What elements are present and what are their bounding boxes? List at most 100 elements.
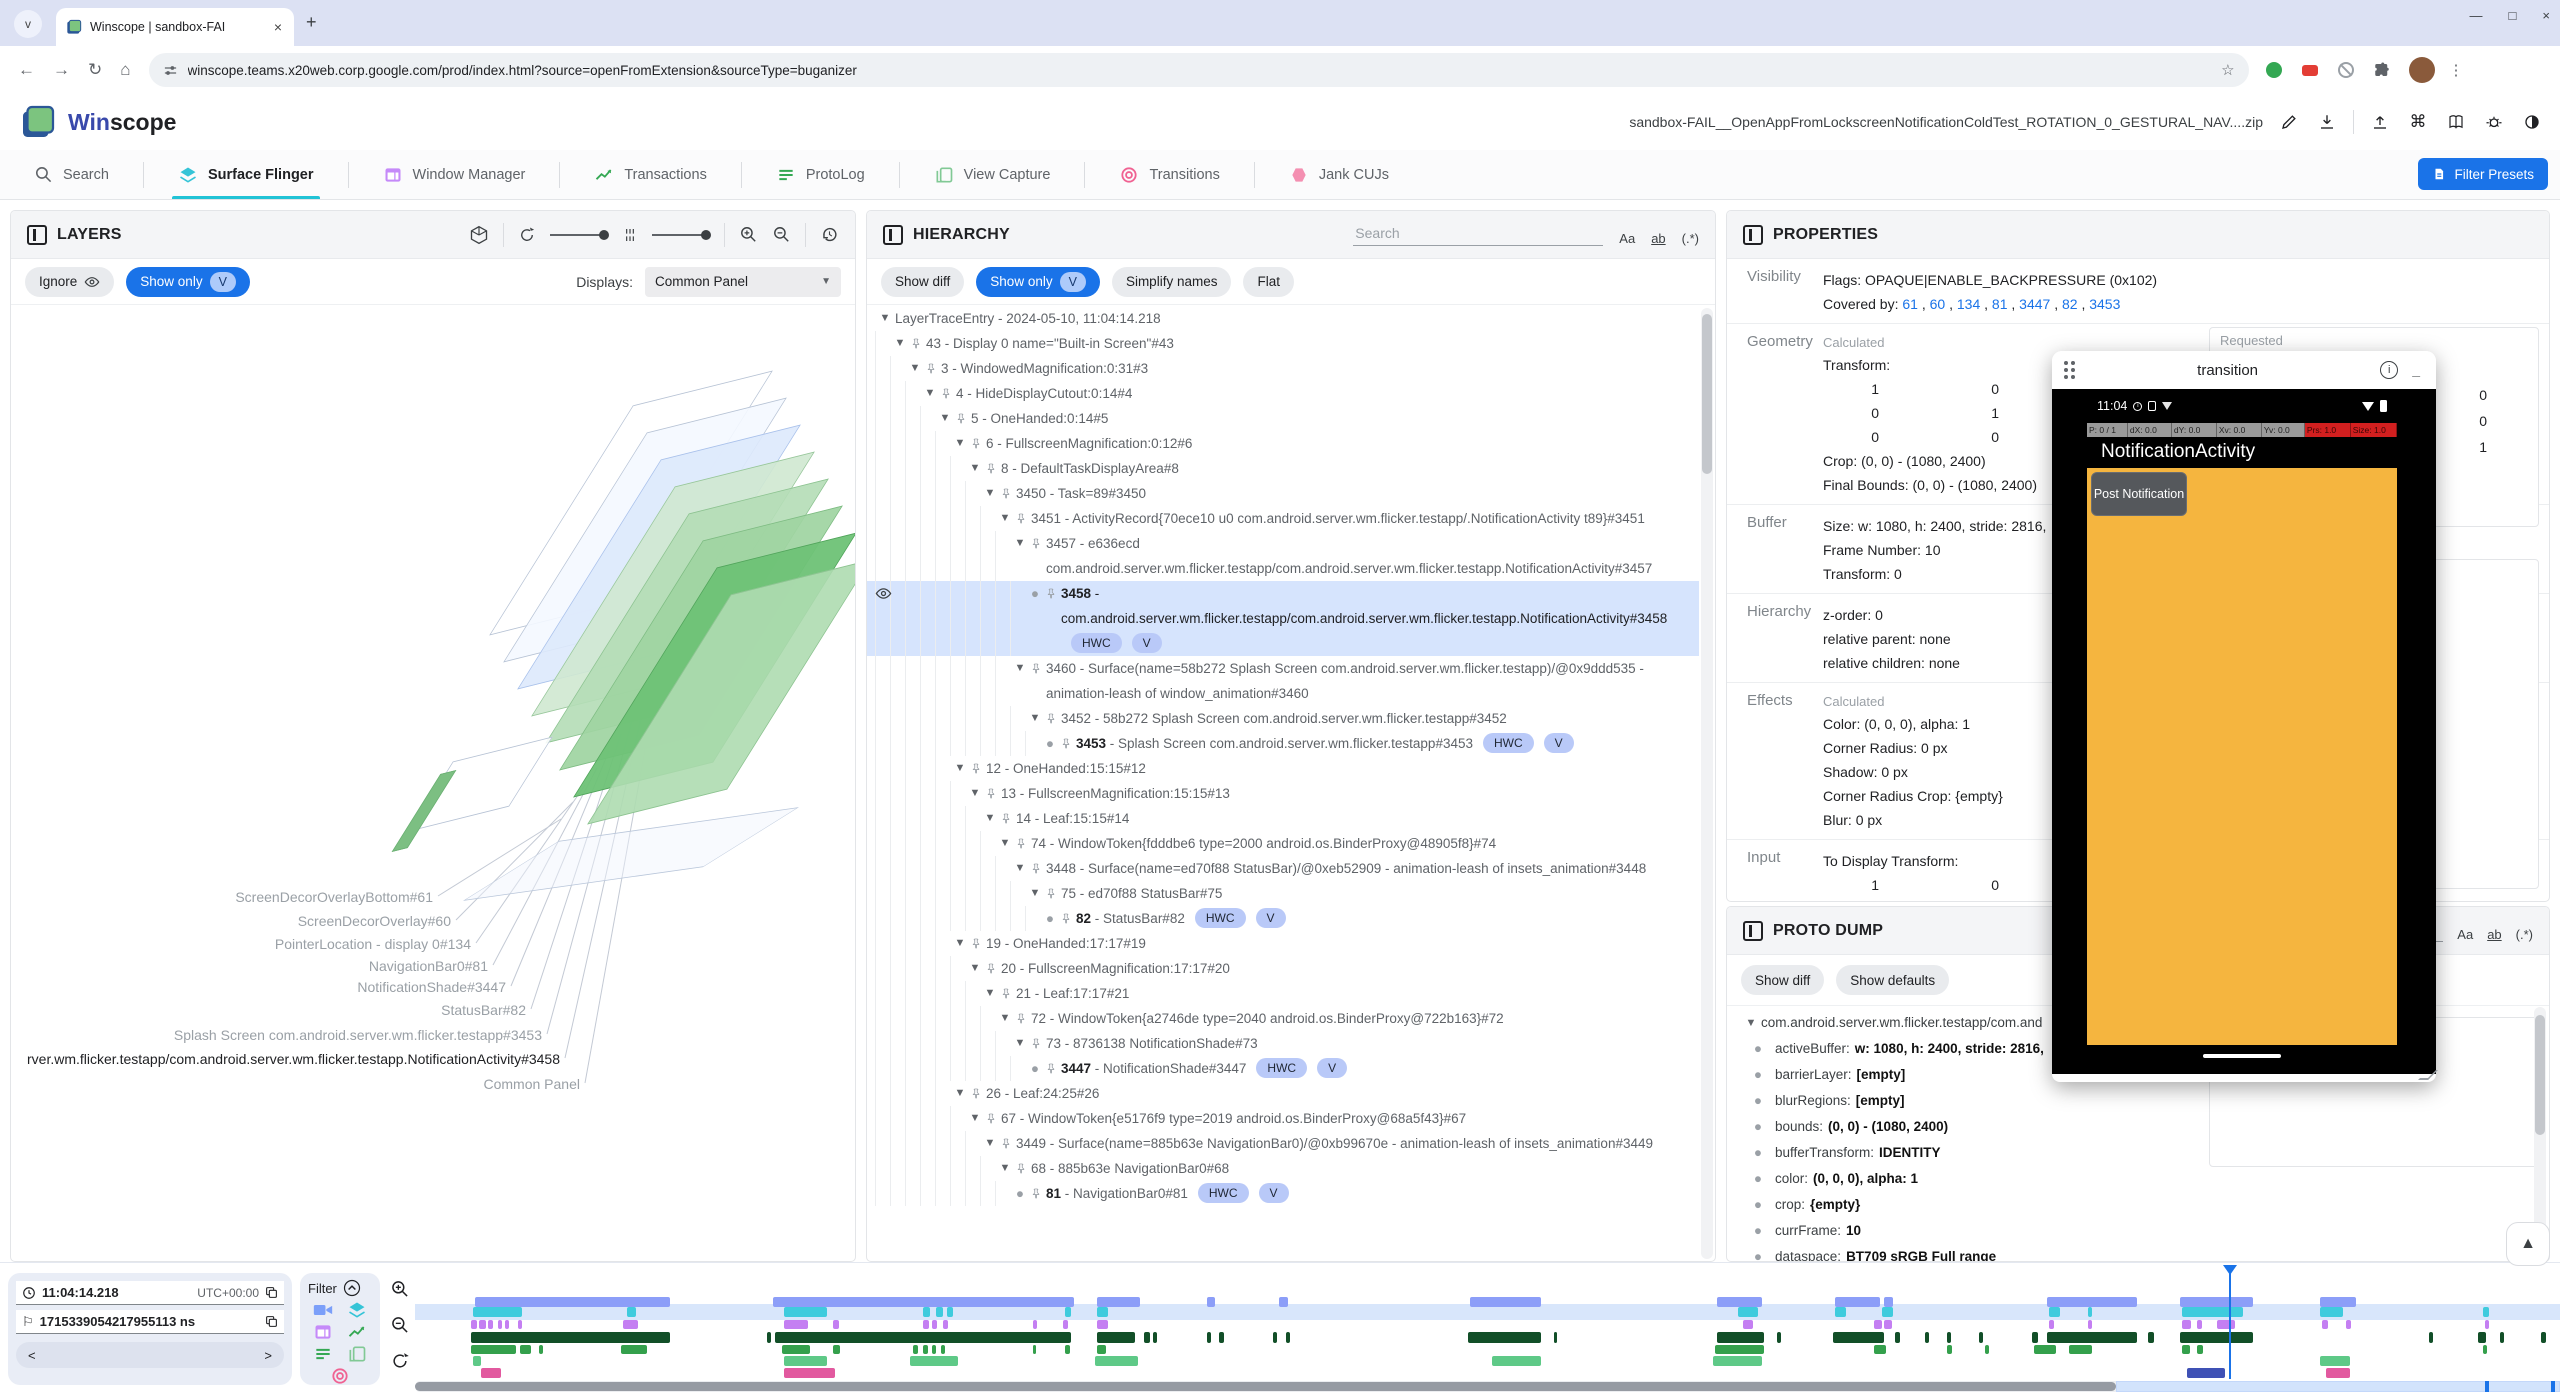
timeline-block[interactable]	[1715, 1345, 1764, 1354]
hierarchy-tree-row[interactable]: ▼74 - WindowToken{fdddbe6 type=2000 andr…	[867, 831, 1699, 856]
new-tab-button[interactable]: +	[306, 12, 317, 33]
hierarchy-tree-row[interactable]: ▼43 - Display 0 name="Built-in Screen"#4…	[867, 331, 1699, 356]
layer-link[interactable]: 134	[1957, 296, 1980, 312]
timeline-block[interactable]	[1207, 1332, 1211, 1343]
timeline-block[interactable]	[913, 1345, 918, 1354]
timeline-block[interactable]	[1882, 1307, 1893, 1317]
filter-presets-button[interactable]: Filter Presets	[2418, 158, 2548, 190]
hierarchy-tree-row[interactable]: ●81 - NavigationBar0#81HWCV	[867, 1181, 1699, 1206]
timeline-block[interactable]	[1063, 1320, 1068, 1329]
browser-tab[interactable]: Winscope | sandbox-FAI ×	[56, 8, 294, 46]
layer-3d-label[interactable]: ScreenDecorOverlay#60	[298, 913, 451, 929]
timeline-block[interactable]	[1884, 1297, 1893, 1307]
expand-arrow-icon[interactable]: ▼	[995, 831, 1015, 856]
tab-view-capture[interactable]: View Capture	[900, 150, 1085, 199]
timeline-block[interactable]	[2049, 1307, 2060, 1317]
timeline-block[interactable]	[539, 1345, 542, 1354]
expand-arrow-icon[interactable]: ▼	[995, 506, 1015, 531]
timeline-block[interactable]	[2478, 1332, 2486, 1343]
proto-field-row[interactable]: ●currFrame:10	[1741, 1218, 2549, 1244]
tab-protolog[interactable]: ProtoLog	[742, 150, 899, 199]
layer-link[interactable]: 3447	[2019, 296, 2050, 312]
timeline-block[interactable]	[2088, 1320, 2092, 1329]
timeline-block[interactable]	[2182, 1345, 2190, 1354]
pin-icon[interactable]	[910, 331, 926, 350]
prev-entry-button[interactable]: <	[28, 1348, 36, 1363]
timeline-block[interactable]	[473, 1356, 482, 1366]
timeline-block[interactable]	[479, 1320, 485, 1329]
pin-icon[interactable]	[1045, 581, 1061, 600]
download-icon[interactable]	[2315, 110, 2339, 134]
edit-icon[interactable]	[2277, 110, 2301, 134]
timeline-block[interactable]	[1153, 1332, 1157, 1343]
timeline-block[interactable]	[2197, 1345, 2202, 1354]
transition-window-titlebar[interactable]: transition i _	[2052, 351, 2436, 389]
view-capture-filter-icon[interactable]	[344, 1345, 370, 1363]
transitions-filter-icon[interactable]	[310, 1367, 370, 1385]
timeline-block[interactable]	[782, 1345, 810, 1354]
expand-arrow-icon[interactable]: ▼	[995, 1156, 1015, 1181]
timeline-block[interactable]	[1925, 1332, 1929, 1343]
expand-arrow-icon[interactable]: ▼	[980, 806, 1000, 831]
reset-view-icon[interactable]	[820, 225, 839, 244]
timeline-block[interactable]	[943, 1320, 948, 1329]
timeline-block[interactable]	[1884, 1320, 1892, 1329]
pin-icon[interactable]	[1030, 1031, 1046, 1050]
hierarchy-tree-row[interactable]: ▼3 - WindowedMagnification:0:31#3	[867, 356, 1699, 381]
timeline-block[interactable]	[773, 1297, 1073, 1307]
window-close-icon[interactable]: ×	[2542, 8, 2550, 23]
drag-handle-icon[interactable]	[2064, 361, 2075, 379]
tab-surface-flinger[interactable]: Surface Flinger	[144, 150, 348, 199]
surface-flinger-filter-icon[interactable]	[344, 1301, 370, 1319]
timeline-block[interactable]	[520, 1345, 531, 1354]
hierarchy-tree-row[interactable]: ▼68 - 885b63e NavigationBar0#68	[867, 1156, 1699, 1181]
pin-icon[interactable]	[1045, 881, 1061, 900]
timeline-block[interactable]	[2069, 1345, 2093, 1354]
pin-icon[interactable]	[1015, 831, 1031, 850]
spacing-icon[interactable]	[622, 227, 638, 243]
zoom-out-icon[interactable]	[772, 225, 791, 244]
timeline-block[interactable]	[488, 1320, 493, 1329]
timeline-block[interactable]	[941, 1345, 945, 1354]
docs-book-icon[interactable]	[2444, 110, 2468, 134]
home-icon[interactable]: ⌂	[120, 60, 130, 80]
hierarchy-tree-row[interactable]: ▼8 - DefaultTaskDisplayArea#8	[867, 456, 1699, 481]
pin-icon[interactable]	[1000, 1131, 1016, 1150]
hierarchy-tree-row[interactable]: ▼21 - Leaf:17:17#21	[867, 981, 1699, 1006]
timeline-block[interactable]	[1492, 1356, 1541, 1366]
rotation-slider[interactable]	[550, 234, 608, 236]
hierarchy-tree-row[interactable]: ▼14 - Leaf:15:15#14	[867, 806, 1699, 831]
expand-arrow-icon[interactable]: ▼	[995, 1006, 1015, 1031]
timeline-block[interactable]	[1033, 1320, 1037, 1329]
reload-icon[interactable]: ↻	[88, 60, 102, 80]
upload-icon[interactable]	[2368, 110, 2392, 134]
expand-arrow-icon[interactable]: ▼	[1010, 531, 1030, 556]
browser-menu-icon[interactable]: ⋮	[2449, 61, 2464, 79]
hierarchy-tree-row[interactable]: ●3453 - Splash Screen com.android.server…	[867, 731, 1699, 756]
timeline-block[interactable]	[471, 1345, 516, 1354]
hierarchy-tree-row[interactable]: ▼12 - OneHanded:15:15#12	[867, 756, 1699, 781]
timeline-block[interactable]	[1713, 1356, 1762, 1366]
timeline-block[interactable]	[2187, 1368, 2226, 1378]
pin-icon[interactable]	[970, 931, 986, 950]
timeline-reset-zoom-icon[interactable]	[390, 1351, 410, 1371]
proto-scrollbar[interactable]	[2534, 1007, 2546, 1257]
layer-link[interactable]: 61	[1902, 296, 1918, 312]
timeline-block[interactable]	[2088, 1307, 2092, 1317]
layer-link[interactable]: 81	[1992, 296, 2008, 312]
pin-icon[interactable]	[1000, 981, 1016, 1000]
pin-icon[interactable]	[970, 756, 986, 775]
timeline-scroll-thumb[interactable]	[415, 1382, 2116, 1391]
hierarchy-tree-row[interactable]: ▼19 - OneHanded:17:17#19	[867, 931, 1699, 956]
chip-show-diff[interactable]: Show diff	[881, 267, 964, 297]
timeline-block[interactable]	[1554, 1332, 1557, 1343]
chip-show-only[interactable]: Show onlyV	[976, 267, 1100, 297]
layer-3d-label[interactable]: ScreenDecorOverlayBottom#61	[235, 889, 433, 905]
extension-icon-disabled[interactable]	[2335, 59, 2357, 81]
screen-recording-filter-icon[interactable]	[310, 1301, 336, 1319]
pin-icon[interactable]	[1030, 1181, 1046, 1200]
layer-3d-label[interactable]: NavigationBar0#81	[369, 958, 488, 974]
pin-icon[interactable]	[985, 456, 1001, 475]
expand-arrow-icon[interactable]: ▼	[965, 1106, 985, 1131]
pin-icon[interactable]	[1015, 1156, 1031, 1175]
